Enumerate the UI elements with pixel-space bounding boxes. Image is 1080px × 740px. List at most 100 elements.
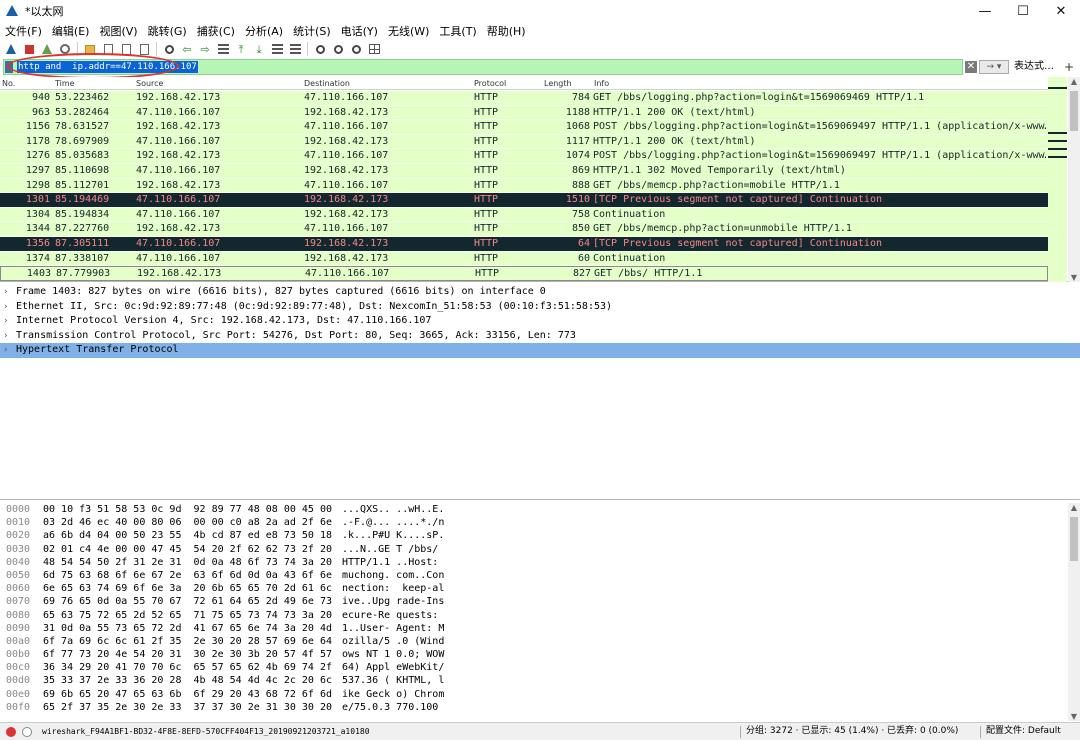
byte-row[interactable]: 00b0 6f 77 73 20 4e 54 20 31 30 2e 30 3b … bbox=[0, 648, 1080, 661]
packet-info: POST /bbs/logging.php?action=login&t=156… bbox=[593, 121, 1046, 133]
add-filter-button[interactable]: + bbox=[1064, 59, 1074, 75]
zoom-normal-icon[interactable] bbox=[347, 41, 365, 57]
zoom-out-icon[interactable] bbox=[329, 41, 347, 57]
resize-columns-icon[interactable] bbox=[365, 41, 383, 57]
packet-row[interactable]: 1301 85.194469 47.110.166.107 192.168.42.17… bbox=[0, 193, 1048, 208]
menu-statistics[interactable]: 统计(S) bbox=[288, 23, 336, 39]
byte-hex: 03 2d 46 ec 40 00 80 06 00 00 c0 a8 2a a… bbox=[43, 517, 332, 529]
packet-row[interactable]: 1304 85.194834 47.110.166.107 192.168.42.17… bbox=[0, 207, 1048, 223]
menu-wireless[interactable]: 无线(W) bbox=[383, 23, 434, 39]
packet-row[interactable]: 1298 85.112701 192.168.42.173 47.110.166.10… bbox=[0, 178, 1048, 194]
menu-analyze[interactable]: 分析(A) bbox=[240, 23, 288, 39]
menu-tools[interactable]: 工具(T) bbox=[434, 23, 481, 39]
byte-row[interactable]: 0090 31 0d 0a 55 73 65 72 2d 41 67 65 6e … bbox=[0, 622, 1080, 635]
start-capture-icon[interactable] bbox=[2, 41, 20, 57]
expand-arrow-icon[interactable]: › bbox=[4, 314, 8, 329]
byte-offset: 00b0 bbox=[6, 649, 31, 661]
autoscroll-icon[interactable] bbox=[268, 41, 286, 57]
byte-row[interactable]: 0080 65 63 75 72 65 2d 52 65 71 75 65 73 … bbox=[0, 609, 1080, 622]
column-header-destination[interactable]: Destination bbox=[304, 77, 350, 90]
scroll-down-icon[interactable]: ▼ bbox=[1068, 273, 1080, 282]
go-last-icon[interactable]: ⤓ bbox=[250, 41, 268, 57]
expand-arrow-icon[interactable]: › bbox=[4, 300, 8, 315]
byte-row[interactable]: 00e0 69 6b 65 20 47 65 63 6b 6f 29 20 43 … bbox=[0, 688, 1080, 701]
menu-capture[interactable]: 捕获(C) bbox=[192, 23, 240, 39]
detail-frame[interactable]: › Frame 1403: 827 bytes on wire (6616 bi… bbox=[0, 285, 1080, 300]
packet-row[interactable]: 1344 87.227760 192.168.42.173 47.110.166.10… bbox=[0, 222, 1048, 237]
detail-tcp[interactable]: › Transmission Control Protocol, Src Por… bbox=[0, 329, 1080, 344]
byte-row[interactable]: 0060 6e 65 63 74 69 6f 6e 3a 20 6b 65 65 … bbox=[0, 582, 1080, 595]
colorize-icon[interactable] bbox=[286, 41, 304, 57]
column-header-protocol[interactable]: Protocol bbox=[474, 77, 506, 90]
byte-row[interactable]: 00f0 65 2f 37 35 2e 30 2e 33 37 37 30 2e … bbox=[0, 701, 1080, 714]
packet-row[interactable]: 1403 87.779903 192.168.42.173 47.110.166.10… bbox=[0, 266, 1048, 281]
stop-capture-icon[interactable] bbox=[20, 41, 38, 57]
menu-file[interactable]: 文件(F) bbox=[0, 23, 47, 39]
maximize-button[interactable]: ☐ bbox=[1004, 0, 1042, 22]
scroll-thumb[interactable] bbox=[1070, 91, 1078, 131]
detail-http[interactable]: › Hypertext Transfer Protocol bbox=[0, 343, 1080, 358]
packet-minimap[interactable] bbox=[1048, 77, 1067, 282]
byte-row[interactable]: 0010 03 2d 46 ec 40 00 80 06 00 00 c0 a8 … bbox=[0, 516, 1080, 529]
menu-edit[interactable]: 编辑(E) bbox=[47, 23, 95, 39]
byte-row[interactable]: 0000 00 10 f3 51 58 53 0c 9d 92 89 77 48 … bbox=[0, 503, 1080, 516]
minimize-button[interactable]: — bbox=[966, 0, 1004, 22]
profile-selector[interactable]: 配置文件: Default bbox=[986, 723, 1061, 740]
scroll-down-icon[interactable]: ▼ bbox=[1068, 712, 1080, 721]
byte-row[interactable]: 0040 48 54 54 50 2f 31 2e 31 0d 0a 48 6f … bbox=[0, 556, 1080, 569]
byte-offset: 0090 bbox=[6, 622, 31, 634]
column-header-length[interactable]: Length bbox=[544, 77, 572, 90]
byte-row[interactable]: 0070 69 76 65 0d 0a 55 70 67 72 61 64 65 … bbox=[0, 595, 1080, 608]
packet-row[interactable]: 940 53.223462 192.168.42.173 47.110.166.107… bbox=[0, 91, 1048, 106]
detail-ethernet[interactable]: › Ethernet II, Src: 0c:9d:92:89:77:48 (0… bbox=[0, 300, 1080, 315]
apply-filter-icon[interactable]: → ▾ bbox=[979, 60, 1009, 74]
scroll-up-icon[interactable]: ▲ bbox=[1068, 77, 1080, 86]
expand-arrow-icon[interactable]: › bbox=[4, 285, 8, 300]
byte-row[interactable]: 0030 02 01 c4 4e 00 00 47 45 54 20 2f 62 … bbox=[0, 543, 1080, 556]
close-button[interactable]: ✕ bbox=[1042, 0, 1080, 22]
column-header-source[interactable]: Source bbox=[136, 77, 163, 90]
byte-row[interactable]: 0020 a6 6b d4 04 00 50 23 55 4b cd 87 ed … bbox=[0, 529, 1080, 542]
bytes-scrollbar[interactable]: ▲ ▼ bbox=[1068, 503, 1080, 721]
go-back-icon[interactable]: ⇦ bbox=[178, 41, 196, 57]
packet-row[interactable]: 1356 87.305111 47.110.166.107 192.168.42.17… bbox=[0, 236, 1048, 252]
menu-view[interactable]: 视图(V) bbox=[94, 23, 142, 39]
go-first-icon[interactable]: ⤒ bbox=[232, 41, 250, 57]
byte-row[interactable]: 00a0 6f 7a 69 6c 6c 61 2f 35 2e 30 20 28 … bbox=[0, 635, 1080, 648]
packet-row[interactable]: 1156 78.631527 192.168.42.173 47.110.166.10… bbox=[0, 120, 1048, 135]
menu-help[interactable]: 帮助(H) bbox=[482, 23, 531, 39]
packet-destination: 192.168.42.173 bbox=[304, 164, 389, 176]
detail-ip[interactable]: › Internet Protocol Version 4, Src: 192.… bbox=[0, 314, 1080, 329]
expert-info-icon[interactable] bbox=[6, 727, 16, 737]
packet-destination: 47.110.166.107 bbox=[304, 179, 389, 191]
menu-go[interactable]: 跳转(G) bbox=[143, 23, 192, 39]
find-packet-icon[interactable] bbox=[160, 41, 178, 57]
clear-filter-icon[interactable]: ✕ bbox=[965, 61, 977, 73]
column-header-info[interactable]: Info bbox=[594, 77, 609, 90]
byte-row[interactable]: 0050 6d 75 63 68 6f 6e 67 2e 63 6f 6d 0d … bbox=[0, 569, 1080, 582]
packet-row[interactable]: 963 53.282464 47.110.166.107 192.168.42.173… bbox=[0, 105, 1048, 121]
byte-row[interactable]: 00d0 35 33 37 2e 33 36 20 28 4b 48 54 4d … bbox=[0, 674, 1080, 687]
go-forward-icon[interactable]: ⇨ bbox=[196, 41, 214, 57]
packet-row[interactable]: 1178 78.697909 47.110.166.107 192.168.42.17… bbox=[0, 134, 1048, 150]
byte-ascii: ecure-Re quests: bbox=[342, 609, 439, 621]
packet-row[interactable]: 1276 85.035683 192.168.42.173 47.110.166.10… bbox=[0, 149, 1048, 164]
expression-button[interactable]: 表达式… bbox=[1014, 59, 1054, 75]
packet-row[interactable]: 1374 87.338107 47.110.166.107 192.168.42.17… bbox=[0, 251, 1048, 267]
menu-telephony[interactable]: 电话(Y) bbox=[336, 23, 383, 39]
zoom-in-icon[interactable] bbox=[311, 41, 329, 57]
byte-row[interactable]: 00c0 36 34 29 20 41 70 70 6c 65 57 65 62 … bbox=[0, 661, 1080, 674]
capture-file-name: wireshark_F94A1BF1-BD32-4F8E-8EFD-570CFF… bbox=[42, 727, 370, 736]
capture-comment-icon[interactable] bbox=[22, 727, 32, 737]
expand-arrow-icon[interactable]: › bbox=[4, 329, 8, 344]
column-header-time[interactable]: Time bbox=[55, 77, 75, 90]
column-header-no[interactable]: No. bbox=[2, 77, 15, 90]
expand-arrow-icon[interactable]: › bbox=[4, 343, 8, 358]
packet-no: 1297 bbox=[25, 164, 50, 176]
scroll-thumb[interactable] bbox=[1070, 517, 1078, 561]
go-to-packet-icon[interactable] bbox=[214, 41, 232, 57]
packet-row[interactable]: 1297 85.110698 47.110.166.107 192.168.42.17… bbox=[0, 163, 1048, 179]
packet-list-scrollbar[interactable]: ▲ ▼ bbox=[1068, 77, 1080, 282]
packet-length: 888 bbox=[571, 179, 590, 191]
scroll-up-icon[interactable]: ▲ bbox=[1068, 503, 1080, 512]
